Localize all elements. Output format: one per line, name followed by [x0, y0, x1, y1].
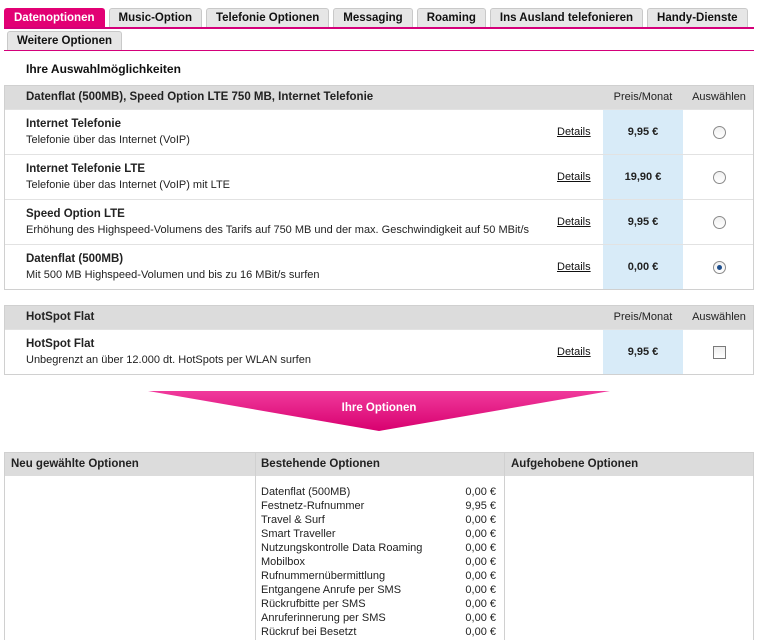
section-title: Ihre Auswahlmöglichkeiten [26, 62, 181, 76]
option-title: HotSpot Flat [26, 338, 95, 350]
tab-handy-dienste[interactable]: Handy-Dienste [647, 8, 748, 27]
option-value: 0,00 € [465, 556, 496, 568]
option-name: Smart Traveller [261, 528, 336, 540]
tab-weitere-optionen[interactable]: Weitere Optionen [7, 31, 122, 50]
select-column-header: Auswählen [692, 311, 746, 323]
options-box-hotspot: HotSpot Flat Preis/Monat Auswählen HotSp… [4, 305, 754, 375]
cancelled-options-header: Aufgehobene Optionen [505, 453, 753, 476]
arrow-label: Ihre Optionen [341, 402, 417, 414]
box-header-title: Datenflat (500MB), Speed Option LTE 750 … [26, 91, 374, 103]
option-name: Nutzungskontrolle Data Roaming [261, 542, 423, 554]
option-title: Speed Option LTE [26, 208, 125, 220]
box-header: Datenflat (500MB), Speed Option LTE 750 … [5, 86, 753, 109]
price-column-header: Preis/Monat [613, 91, 673, 103]
option-name: Rückrufbitte per SMS [261, 598, 366, 610]
tab-telefonie-optionen[interactable]: Telefonie Optionen [205, 8, 330, 27]
option-title: Internet Telefonie LTE [26, 163, 146, 175]
list-item: Festnetz-Rufnummer 9,95 € [256, 499, 504, 513]
option-name: Rückruf bei Besetzt [261, 626, 357, 638]
options-summary-table: Neu gewählte Optionen Bestehende Optione… [4, 452, 754, 640]
details-link[interactable]: Details [557, 126, 591, 138]
option-price: 0,00 € [603, 245, 683, 289]
option-name: Travel & Surf [261, 514, 325, 526]
option-row: Internet Telefonie Telefonie über das In… [5, 109, 753, 154]
option-row: Speed Option LTE Erhöhung des Highspeed-… [5, 199, 753, 244]
list-item: Mobilbox 0,00 € [256, 555, 504, 569]
option-title: Internet Telefonie [26, 118, 121, 130]
tab-music-option[interactable]: Music-Option [108, 8, 202, 27]
option-price: 9,95 € [603, 330, 683, 374]
details-link[interactable]: Details [557, 346, 591, 358]
option-row: HotSpot Flat Unbegrenzt an über 12.000 d… [5, 329, 753, 374]
tab-row-2: Weitere Optionen [4, 30, 754, 51]
option-radio[interactable] [713, 171, 726, 184]
option-value: 0,00 € [465, 598, 496, 610]
option-radio-selected[interactable] [713, 261, 726, 274]
option-name: Datenflat (500MB) [261, 486, 351, 498]
existing-options-list: Datenflat (500MB) 0,00 € Festnetz-Rufnumm… [256, 485, 504, 639]
option-description: Telefonie über das Internet (VoIP) mit L… [26, 179, 231, 191]
list-item: Rückrufbitte per SMS 0,00 € [256, 597, 504, 611]
option-name: Mobilbox [261, 556, 306, 568]
tab-roaming[interactable]: Roaming [416, 8, 486, 27]
option-value: 0,00 € [465, 584, 496, 596]
price-column-header: Preis/Monat [613, 311, 673, 323]
option-value: 0,00 € [465, 486, 496, 498]
details-link[interactable]: Details [557, 261, 591, 273]
cancelled-options-column: Aufgehobene Optionen [505, 453, 753, 640]
option-value: 0,00 € [465, 514, 496, 526]
option-value: 0,00 € [465, 542, 496, 554]
option-price: 19,90 € [603, 155, 683, 199]
box-header-title: HotSpot Flat [26, 311, 95, 323]
option-name: Anruferinnerung per SMS [261, 612, 386, 624]
option-checkbox[interactable] [713, 346, 726, 359]
option-name: Rufnummernübermittlung [261, 570, 386, 582]
option-radio[interactable] [713, 216, 726, 229]
option-value: 0,00 € [465, 570, 496, 582]
option-value: 0,00 € [465, 626, 496, 638]
tab-ins-ausland-telefonieren[interactable]: Ins Ausland telefonieren [489, 8, 644, 27]
tab-row-1: Datenoptionen Music-Option Telefonie Opt… [4, 8, 754, 29]
option-name: Entgangene Anrufe per SMS [261, 584, 402, 596]
list-item: Rufnummernübermittlung 0,00 € [256, 569, 504, 583]
option-description: Erhöhung des Highspeed-Volumens des Tari… [26, 224, 530, 236]
option-value: 0,00 € [465, 612, 496, 624]
option-description: Mit 500 MB Highspeed-Volumen und bis zu … [26, 269, 320, 281]
options-box-data: Datenflat (500MB), Speed Option LTE 750 … [4, 85, 754, 290]
option-title: Datenflat (500MB) [26, 253, 124, 265]
new-options-header: Neu gewählte Optionen [5, 453, 255, 476]
option-value: 9,95 € [465, 500, 496, 512]
list-item: Rückruf bei Besetzt 0,00 € [256, 625, 504, 639]
existing-options-header: Bestehende Optionen [256, 453, 504, 476]
select-column-header: Auswählen [692, 91, 746, 103]
details-link[interactable]: Details [557, 216, 591, 228]
option-radio[interactable] [713, 126, 726, 139]
tab-bar: Datenoptionen Music-Option Telefonie Opt… [4, 8, 754, 51]
list-item: Anruferinnerung per SMS 0,00 € [256, 611, 504, 625]
existing-options-column: Bestehende Optionen Datenflat (500MB) 0,0… [255, 453, 505, 640]
option-price: 9,95 € [603, 200, 683, 244]
option-description: Telefonie über das Internet (VoIP) [26, 134, 190, 146]
list-item: Datenflat (500MB) 0,00 € [256, 485, 504, 499]
list-item: Entgangene Anrufe per SMS 0,00 € [256, 583, 504, 597]
details-link[interactable]: Details [557, 171, 591, 183]
option-row: Internet Telefonie LTE Telefonie über da… [5, 154, 753, 199]
option-name: Festnetz-Rufnummer [261, 500, 365, 512]
option-value: 0,00 € [465, 528, 496, 540]
option-price: 9,95 € [603, 110, 683, 154]
list-item: Smart Traveller 0,00 € [256, 527, 504, 541]
box-header: HotSpot Flat Preis/Monat Auswählen [5, 306, 753, 329]
list-item: Travel & Surf 0,00 € [256, 513, 504, 527]
options-arrow-banner: Ihre Optionen [148, 391, 610, 431]
tab-datenoptionen[interactable]: Datenoptionen [4, 8, 105, 27]
tab-messaging[interactable]: Messaging [333, 8, 413, 27]
option-row: Datenflat (500MB) Mit 500 MB Highspeed-V… [5, 244, 753, 289]
list-item: Nutzungskontrolle Data Roaming 0,00 € [256, 541, 504, 555]
new-options-column: Neu gewählte Optionen [5, 453, 255, 640]
option-description: Unbegrenzt an über 12.000 dt. HotSpots p… [26, 354, 311, 366]
